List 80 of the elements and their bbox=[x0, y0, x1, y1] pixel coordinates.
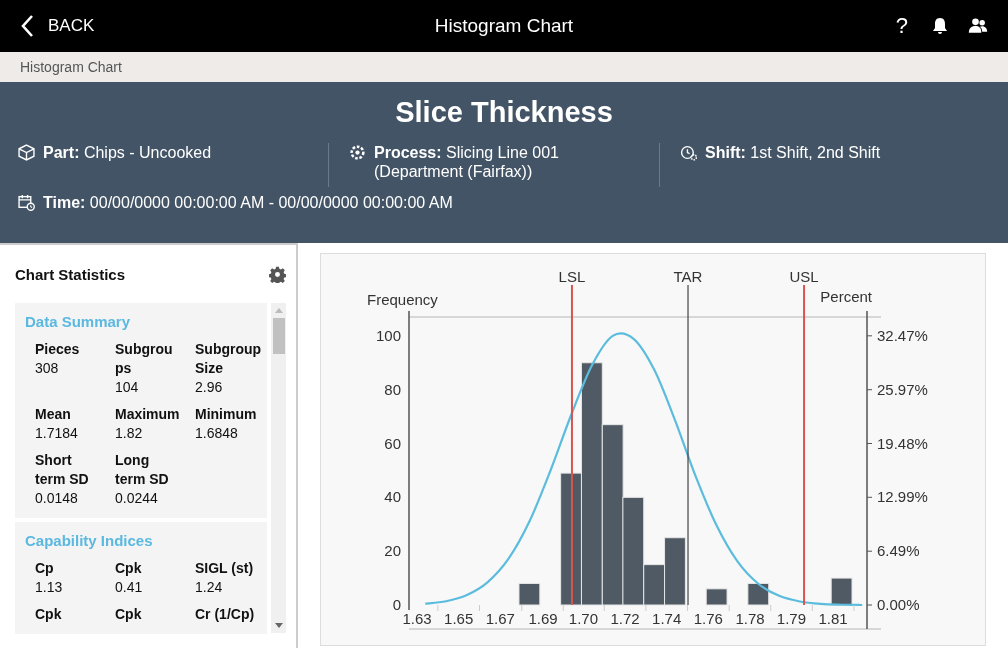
field-text: Shift: 1st Shift, 2nd Shift bbox=[705, 143, 881, 162]
stat-label: Short term SD bbox=[35, 451, 90, 489]
scrollbar-thumb[interactable] bbox=[272, 318, 285, 354]
calendar-clock-icon bbox=[18, 194, 35, 211]
axis-tick-label: 1.67 bbox=[485, 610, 515, 627]
axis-tick-label: 32.47% bbox=[877, 326, 928, 344]
stat-value: 1.13 bbox=[35, 578, 64, 597]
axis-tick-label: 1.65 bbox=[444, 610, 474, 627]
clock-gear-icon bbox=[680, 144, 697, 161]
gear-cycle-icon bbox=[349, 144, 366, 161]
notification-bell-icon[interactable] bbox=[930, 16, 950, 36]
stat-label: Minimum bbox=[195, 405, 258, 424]
stat-value: 104 bbox=[115, 378, 140, 397]
back-chevron-icon bbox=[20, 14, 34, 38]
axis-tick-label: 1.78 bbox=[735, 610, 765, 627]
axis-tick-label: 80 bbox=[384, 380, 401, 398]
scroll-down-arrow-icon[interactable] bbox=[274, 623, 283, 628]
field-text: Process: Slicing Line 001 (Department (Fairfax)) bbox=[374, 143, 560, 181]
axis-tick-label: 1.70 bbox=[568, 610, 598, 627]
stat-value: 1.82 bbox=[115, 424, 144, 443]
histogram-bar bbox=[705, 588, 728, 606]
spec-limit-label: LSL bbox=[558, 268, 586, 285]
axis-tick-label: 6.49% bbox=[877, 542, 920, 560]
settings-icon[interactable] bbox=[269, 265, 286, 283]
axis-tick-label: 1.72 bbox=[610, 610, 640, 627]
section-title: Capability Indices bbox=[25, 532, 154, 549]
histogram-bar bbox=[518, 582, 541, 606]
stat-label: Subgroup Size bbox=[195, 340, 263, 378]
stat-label: Cpk bbox=[115, 559, 143, 578]
section-title: Data Summary bbox=[25, 313, 132, 330]
axis-tick-label: 25.97% bbox=[877, 380, 928, 398]
stat-label: Cpk bbox=[35, 605, 63, 624]
spec-limit-label: USL bbox=[789, 268, 819, 285]
axis-tick-label: 12.99% bbox=[877, 488, 928, 506]
stat-label: Subgroups bbox=[115, 340, 174, 378]
stat-label: Cr (1/Cp) bbox=[195, 605, 256, 624]
stat-value: 0.0148 bbox=[35, 489, 79, 508]
axis-tick-label: 20 bbox=[384, 542, 401, 560]
histogram-bar bbox=[747, 582, 770, 606]
axis-tick-label: 1.79 bbox=[776, 610, 807, 627]
axis-tick-label: 0 bbox=[392, 596, 401, 613]
axis-tick-label: 19.48% bbox=[877, 434, 928, 452]
axis-tick-label: 1.69 bbox=[528, 610, 558, 627]
axis-title: Frequency bbox=[367, 291, 438, 308]
breadcrumb-link[interactable]: Histogram Chart bbox=[20, 59, 122, 75]
stat-value: 308 bbox=[35, 359, 60, 378]
users-icon[interactable] bbox=[968, 16, 988, 36]
stat-label: Pieces bbox=[35, 340, 81, 359]
stat-value: 0.0244 bbox=[115, 489, 159, 508]
field-text: Part: Chips - Uncooked bbox=[43, 143, 212, 162]
panel-title: Chart Statistics bbox=[15, 265, 126, 283]
axis-tick-label: 1.76 bbox=[693, 610, 723, 627]
stat-value: 1.24 bbox=[195, 578, 224, 597]
scrollbar[interactable] bbox=[271, 303, 286, 633]
spec-limit-label: TAR bbox=[673, 268, 703, 285]
stat-value: 1.7184 bbox=[35, 424, 79, 443]
axis-tick-label: 60 bbox=[384, 434, 401, 452]
stat-label: SIGL (st) bbox=[195, 559, 255, 578]
back-button[interactable]: BACK bbox=[20, 14, 95, 38]
field-text: Time: 00/00/0000 00:00:00 AM - 00/00/0000 00:00:00 AM bbox=[43, 193, 453, 212]
stat-label: Cpk bbox=[115, 605, 143, 624]
page-title: Histogram Chart bbox=[433, 15, 575, 37]
box-icon bbox=[18, 144, 35, 161]
help-button[interactable]: ? bbox=[891, 13, 912, 39]
histogram-bar bbox=[830, 577, 853, 606]
report-title: Slice Thickness bbox=[394, 96, 614, 129]
axis-tick-label: 40 bbox=[384, 488, 401, 506]
stat-label: Cp bbox=[35, 559, 55, 578]
axis-tick-label: 1.74 bbox=[652, 610, 682, 627]
stat-value: 2.96 bbox=[195, 378, 224, 397]
axis-tick-label: 1.63 bbox=[402, 610, 432, 627]
axis-title: Percent bbox=[820, 288, 872, 305]
stat-value: 0.41 bbox=[115, 578, 144, 597]
axis-tick-label: 100 bbox=[375, 326, 401, 344]
stat-label: Mean bbox=[35, 405, 72, 424]
axis-tick-label: 1.81 bbox=[818, 610, 848, 627]
axis-tick-label: 0.00% bbox=[877, 596, 920, 613]
stat-value: 1.6848 bbox=[195, 424, 239, 443]
stat-label: Long term SD bbox=[115, 451, 170, 489]
stat-label: Maximum bbox=[115, 405, 181, 424]
